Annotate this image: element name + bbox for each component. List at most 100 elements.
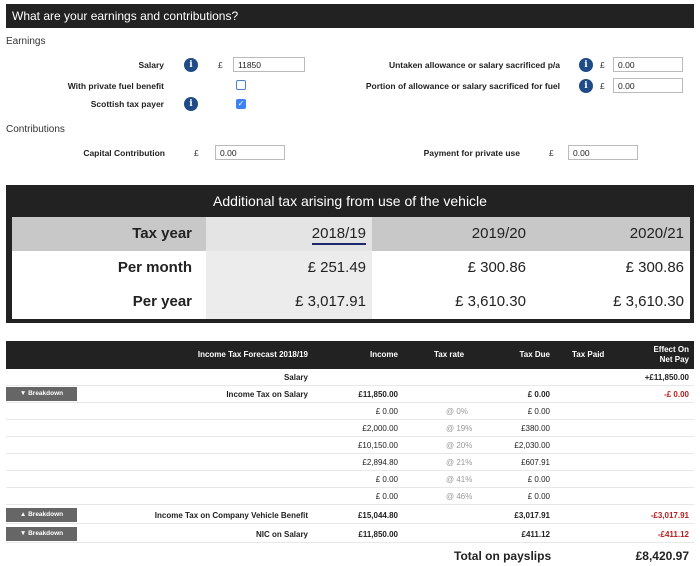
band-rate: @ 0%: [446, 407, 468, 416]
chevron-down-icon: ▼: [19, 390, 27, 397]
vehicle-benefit-income: £15,044.80: [357, 511, 398, 520]
vehicle-benefit-due: £3,017.91: [514, 511, 550, 520]
fuel-benefit-checkbox[interactable]: [236, 80, 246, 90]
fuel-portion-label: Portion of allowance or salary sacrifice…: [365, 81, 560, 91]
per-year-2018: £ 3,017.91: [206, 285, 372, 319]
per-month-2018: £ 251.49: [206, 251, 372, 285]
total-on-payslips-value: £8,420.97: [635, 549, 689, 563]
effect-header-line2: Net Pay: [659, 355, 689, 364]
income-tax-salary-income: £11,850.00: [358, 390, 398, 399]
private-use-label: Payment for private use: [423, 148, 520, 158]
nic-effect: -£411.12: [657, 530, 689, 539]
effect-header-line1: Effect On: [653, 345, 689, 354]
band-income: £ 0.00: [375, 475, 398, 484]
per-year-2020: £ 3,610.30: [532, 285, 690, 319]
band-rate: @ 41%: [446, 475, 473, 484]
tax-year-2019-tab[interactable]: 2019/20: [372, 217, 532, 251]
tax-year-2020-tab[interactable]: 2020/21: [532, 217, 690, 251]
income-tax-salary-due: £ 0.00: [527, 390, 550, 399]
band-due: £ 0.00: [527, 475, 550, 484]
private-use-currency: £: [549, 148, 554, 158]
band-rate: @ 19%: [446, 424, 473, 433]
fuel-portion-input[interactable]: 0.00: [613, 78, 683, 93]
contributions-section-label: Contributions: [6, 124, 65, 135]
scottish-taxpayer-label: Scottish tax payer: [90, 99, 164, 109]
band-due: £ 0.00: [527, 407, 550, 416]
salary-row-label: Salary: [283, 373, 308, 382]
effect-on-net-pay-header: Effect On Net Pay: [636, 345, 689, 365]
band-due: £380.00: [521, 424, 550, 433]
untaken-allowance-input[interactable]: 0.00: [613, 57, 683, 72]
vehicle-tax-title: Additional tax arising from use of the v…: [213, 193, 487, 209]
scottish-info-icon[interactable]: i: [184, 97, 198, 111]
income-tax-salary-effect: -£ 0.00: [664, 390, 689, 399]
band-income: £ 0.00: [375, 492, 398, 501]
income-tax-salary-label: Income Tax on Salary: [226, 390, 308, 399]
fuel-portion-info-icon[interactable]: i: [579, 79, 593, 93]
income-tax-breakdown-button[interactable]: ▼ Breakdown: [6, 387, 77, 401]
tax-band-row: £ 0.00 @ 46% £ 0.00: [6, 488, 694, 505]
tax-band-row: £2,894.80 @ 21% £607.91: [6, 454, 694, 471]
tax-paid-header: Tax Paid: [572, 350, 605, 359]
tax-band-row: £10,150.00 @ 20% £2,030.00: [6, 437, 694, 454]
vehicle-benefit-label: Income Tax on Company Vehicle Benefit: [154, 511, 308, 520]
untaken-currency: £: [600, 60, 605, 70]
per-month-2020: £ 300.86: [532, 251, 690, 285]
tax-band-row: £2,000.00 @ 19% £380.00: [6, 420, 694, 437]
nic-row: ▼ Breakdown NIC on Salary £11,850.00 £41…: [6, 526, 694, 543]
breakdown-label: Breakdown: [28, 390, 64, 397]
vehicle-tax-panel: Additional tax arising from use of the v…: [6, 185, 694, 323]
vehicle-benefit-row: ▲ Breakdown Income Tax on Company Vehicl…: [6, 507, 694, 524]
fuel-benefit-label: With private fuel benefit: [67, 81, 164, 91]
forecast-title-header: Income Tax Forecast 2018/19: [197, 350, 308, 359]
capital-contribution-label: Capital Contribution: [83, 148, 165, 158]
income-header: Income: [369, 350, 398, 359]
salary-label: Salary: [138, 60, 164, 70]
forecast-header-row: Income Tax Forecast 2018/19 Income Tax r…: [6, 341, 694, 369]
salary-info-icon[interactable]: i: [184, 58, 198, 72]
private-use-input[interactable]: 0.00: [568, 145, 638, 160]
band-income: £2,000.00: [362, 424, 398, 433]
per-month-label: Per month: [12, 251, 206, 285]
tax-year-2018-label: 2018/19: [311, 225, 366, 245]
band-income: £10,150.00: [357, 441, 398, 450]
tax-rate-header: Tax rate: [434, 350, 465, 359]
chevron-up-icon: ▲: [19, 511, 27, 518]
salary-input[interactable]: 11850: [233, 57, 305, 72]
band-due: £607.91: [521, 458, 550, 467]
capital-contribution-input[interactable]: 0.00: [215, 145, 285, 160]
per-year-2019: £ 3,610.30: [372, 285, 532, 319]
page-header: What are your earnings and contributions…: [6, 4, 694, 28]
tax-band-row: £ 0.00 @ 41% £ 0.00: [6, 471, 694, 488]
per-month-2019: £ 300.86: [372, 251, 532, 285]
vehicle-benefit-effect: -£3,017.91: [650, 511, 689, 520]
tax-band-row: £ 0.00 @ 0% £ 0.00: [6, 403, 694, 420]
nic-label: NIC on Salary: [255, 530, 308, 539]
salary-currency: £: [218, 60, 223, 70]
tax-year-2018-tab[interactable]: 2018/19: [206, 217, 372, 251]
band-due: £ 0.00: [527, 492, 550, 501]
breakdown-label: Breakdown: [28, 530, 64, 537]
salary-row: Salary +£11,850.00: [6, 369, 694, 386]
vehicle-benefit-breakdown-button[interactable]: ▲ Breakdown: [6, 508, 77, 522]
nic-breakdown-button[interactable]: ▼ Breakdown: [6, 527, 77, 541]
untaken-allowance-label: Untaken allowance or salary sacrificed p…: [388, 60, 560, 70]
per-year-label: Per year: [12, 285, 206, 319]
chevron-down-icon: ▼: [19, 530, 27, 537]
band-rate: @ 21%: [446, 458, 473, 467]
untaken-info-icon[interactable]: i: [579, 58, 593, 72]
band-income: £2,894.80: [362, 458, 398, 467]
earnings-section-label: Earnings: [6, 36, 46, 47]
page-title: What are your earnings and contributions…: [12, 9, 239, 23]
nic-income: £11,850.00: [358, 530, 398, 539]
capital-currency: £: [194, 148, 199, 158]
total-on-payslips-label: Total on payslips: [454, 549, 552, 563]
scottish-taxpayer-checkbox[interactable]: ✓: [236, 99, 246, 109]
salary-row-effect: +£11,850.00: [644, 373, 689, 382]
breakdown-label: Breakdown: [28, 511, 64, 518]
band-due: £2,030.00: [514, 441, 550, 450]
band-rate: @ 46%: [446, 492, 473, 501]
tax-year-label: Tax year: [12, 217, 206, 251]
tax-due-header: Tax Due: [519, 350, 550, 359]
nic-due: £411.12: [521, 530, 550, 539]
